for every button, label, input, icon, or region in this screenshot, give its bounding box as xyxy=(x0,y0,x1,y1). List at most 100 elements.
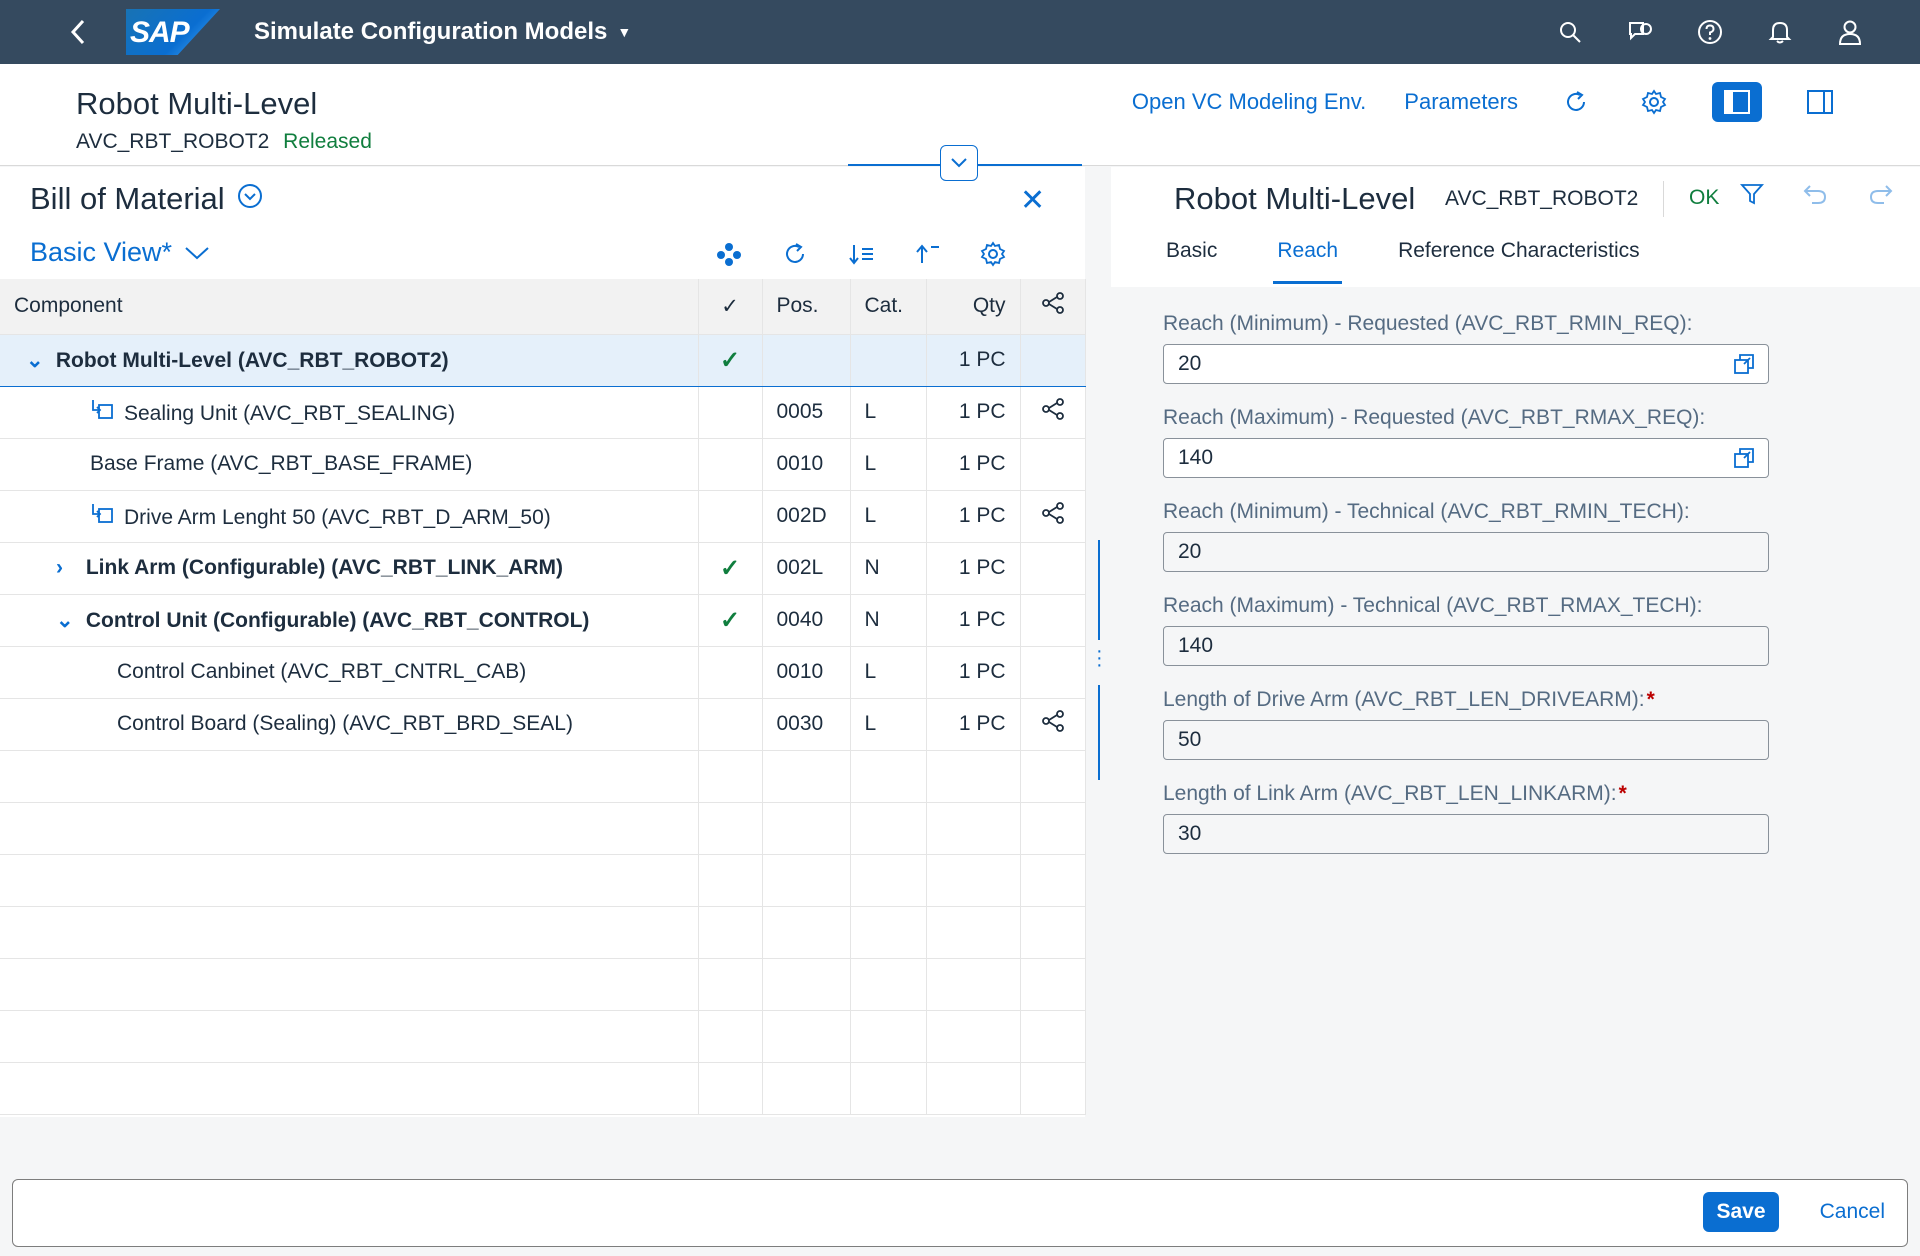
qty-cell: 1 PC xyxy=(926,438,1021,491)
refresh-icon[interactable] xyxy=(780,239,810,269)
bom-title-menu[interactable]: Bill of Material xyxy=(30,181,263,217)
table-row[interactable]: ⌄ Robot Multi-Level (AVC_RBT_ROBOT2) ✓ 1… xyxy=(0,334,1086,387)
search-icon[interactable] xyxy=(1556,18,1584,46)
cat-cell: N xyxy=(850,594,927,647)
notification-icon[interactable] xyxy=(1766,18,1794,46)
sort-descending-icon[interactable] xyxy=(846,239,876,269)
table-row[interactable]: ⌄ Control Unit (Configurable) (AVC_RBT_C… xyxy=(0,594,1086,647)
detail-header: Robot Multi-Level AVC_RBT_ROBOT2 OK Basi… xyxy=(1111,167,1920,287)
bom-title: Bill of Material xyxy=(30,181,225,216)
share-icon[interactable] xyxy=(1041,710,1065,738)
len-linkarm-input: 30 xyxy=(1163,814,1769,854)
splitter-grip-icon[interactable]: · · · xyxy=(1096,641,1103,675)
redo-icon[interactable] xyxy=(1865,179,1895,209)
right-panel-layout-icon[interactable] xyxy=(1800,82,1840,122)
share-icon[interactable] xyxy=(1041,502,1065,530)
field-label: Length of Drive Arm (AVC_RBT_LEN_DRIVEAR… xyxy=(1163,688,1769,720)
len-drivearm-input: 50 xyxy=(1163,720,1769,760)
column-header-pos[interactable]: Pos. xyxy=(762,279,851,335)
qty-cell: 1 PC xyxy=(926,490,1021,543)
empty-row xyxy=(0,802,1086,855)
column-header-component[interactable]: Component xyxy=(0,279,699,335)
header-collapse-line-right xyxy=(978,164,1082,166)
qty-cell: 1 PC xyxy=(926,334,1021,387)
component-label: Control Board (Sealing) (AVC_RBT_BRD_SEA… xyxy=(117,712,573,735)
input-value: 20 xyxy=(1178,540,1202,563)
value-help-icon[interactable] xyxy=(1732,353,1756,381)
expand-row-icon[interactable]: › xyxy=(56,556,80,580)
required-mark: * xyxy=(1646,688,1655,711)
close-icon[interactable]: ✕ xyxy=(1020,183,1045,218)
empty-row xyxy=(0,958,1086,1011)
cancel-button[interactable]: Cancel xyxy=(1820,1192,1885,1232)
left-panel-layout-icon[interactable] xyxy=(1712,82,1762,122)
column-header-check[interactable]: ✓ xyxy=(698,279,763,335)
pos-cell: 0010 xyxy=(762,646,851,699)
detail-code: AVC_RBT_ROBOT2 xyxy=(1445,187,1639,210)
qty-cell: 1 PC xyxy=(926,386,1021,439)
shell-bar: SAP Simulate Configuration Models ▼ xyxy=(0,0,1920,64)
open-vc-modeling-link[interactable]: Open VC Modeling Env. xyxy=(1132,89,1366,115)
help-icon[interactable] xyxy=(1696,18,1724,46)
component-label: Link Arm (Configurable) (AVC_RBT_LINK_AR… xyxy=(85,556,564,579)
table-row[interactable]: Drive Arm Lenght 50 (AVC_RBT_D_ARM_50) 0… xyxy=(0,490,1086,543)
detail-panel: Robot Multi-Level AVC_RBT_ROBOT2 OK Basi… xyxy=(1111,167,1920,1152)
cat-cell: L xyxy=(850,490,927,543)
pos-cell: 002D xyxy=(762,490,851,543)
table-row[interactable]: › Link Arm (Configurable) (AVC_RBT_LINK_… xyxy=(0,542,1086,595)
table-settings-gear-icon[interactable] xyxy=(978,239,1008,269)
panel-splitter[interactable]: · · · xyxy=(1096,540,1103,780)
collapse-row-icon[interactable]: ⌄ xyxy=(26,348,50,373)
collapse-row-icon[interactable]: ⌄ xyxy=(56,608,80,633)
rmin-req-input[interactable]: 20 xyxy=(1163,344,1769,384)
input-value: 140 xyxy=(1178,446,1214,469)
object-subtitle: AVC_RBT_ROBOT2 Released xyxy=(76,130,372,154)
empty-row xyxy=(0,1062,1086,1115)
share-column-icon[interactable] xyxy=(1020,279,1086,335)
share-icon[interactable] xyxy=(1041,398,1065,426)
refresh-icon[interactable] xyxy=(1556,82,1596,122)
column-header-cat[interactable]: Cat. xyxy=(850,279,927,335)
back-icon[interactable] xyxy=(48,19,108,45)
view-selector[interactable]: Basic View* xyxy=(30,237,210,268)
field-len-linkarm: Length of Link Arm (AVC_RBT_LEN_LINKARM)… xyxy=(1163,782,1769,854)
object-code: AVC_RBT_ROBOT2 xyxy=(76,130,270,153)
cat-cell: N xyxy=(850,542,927,595)
tab-reference-characteristics[interactable]: Reference Characteristics xyxy=(1398,239,1640,284)
field-label-text: Reach (Maximum) - Technical (AVC_RBT_RMA… xyxy=(1163,594,1703,617)
save-button[interactable]: Save xyxy=(1703,1192,1779,1232)
view-label: Basic View* xyxy=(30,237,173,267)
feedback-icon[interactable] xyxy=(1626,18,1654,46)
filter-icon[interactable] xyxy=(1737,179,1767,209)
tab-bar: Basic Reach Reference Characteristics xyxy=(1166,239,1640,284)
rmax-req-input[interactable]: 140 xyxy=(1163,438,1769,478)
tab-reach[interactable]: Reach xyxy=(1273,239,1343,284)
cat-cell: L xyxy=(850,646,927,699)
detail-title: Robot Multi-Level xyxy=(1174,181,1416,216)
variant-tree-icon[interactable] xyxy=(714,239,744,269)
app-title-menu[interactable]: Simulate Configuration Models ▼ xyxy=(254,18,631,46)
table-row[interactable]: Base Frame (AVC_RBT_BASE_FRAME) 0010 L 1… xyxy=(0,438,1086,491)
settings-gear-icon[interactable] xyxy=(1634,82,1674,122)
table-row[interactable]: Sealing Unit (AVC_RBT_SEALING) 0005 L 1 … xyxy=(0,386,1086,439)
field-label-text: Reach (Minimum) - Technical (AVC_RBT_RMI… xyxy=(1163,500,1690,523)
user-icon[interactable] xyxy=(1836,18,1864,46)
table-row[interactable]: Control Canbinet (AVC_RBT_CNTRL_CAB) 001… xyxy=(0,646,1086,699)
consistency-status: OK xyxy=(1689,186,1720,209)
undo-icon[interactable] xyxy=(1801,179,1831,209)
collapse-header-button[interactable] xyxy=(940,145,978,181)
sap-logo[interactable]: SAP xyxy=(126,9,220,55)
tab-basic[interactable]: Basic xyxy=(1166,239,1217,284)
chevron-circle-down-icon xyxy=(237,181,263,217)
pos-cell: 0010 xyxy=(762,438,851,491)
table-header-row: Component ✓ Pos. Cat. Qty xyxy=(0,279,1086,335)
table-row[interactable]: Control Board (Sealing) (AVC_RBT_BRD_SEA… xyxy=(0,698,1086,751)
splitter-line-top xyxy=(1098,540,1100,640)
column-header-qty[interactable]: Qty xyxy=(926,279,1021,335)
page-title: Robot Multi-Level xyxy=(76,86,318,121)
value-help-icon[interactable] xyxy=(1732,447,1756,475)
splitter-line-bottom xyxy=(1098,685,1100,780)
parameters-link[interactable]: Parameters xyxy=(1404,89,1518,115)
collapse-all-icon[interactable] xyxy=(912,239,942,269)
cat-cell: L xyxy=(850,698,927,751)
